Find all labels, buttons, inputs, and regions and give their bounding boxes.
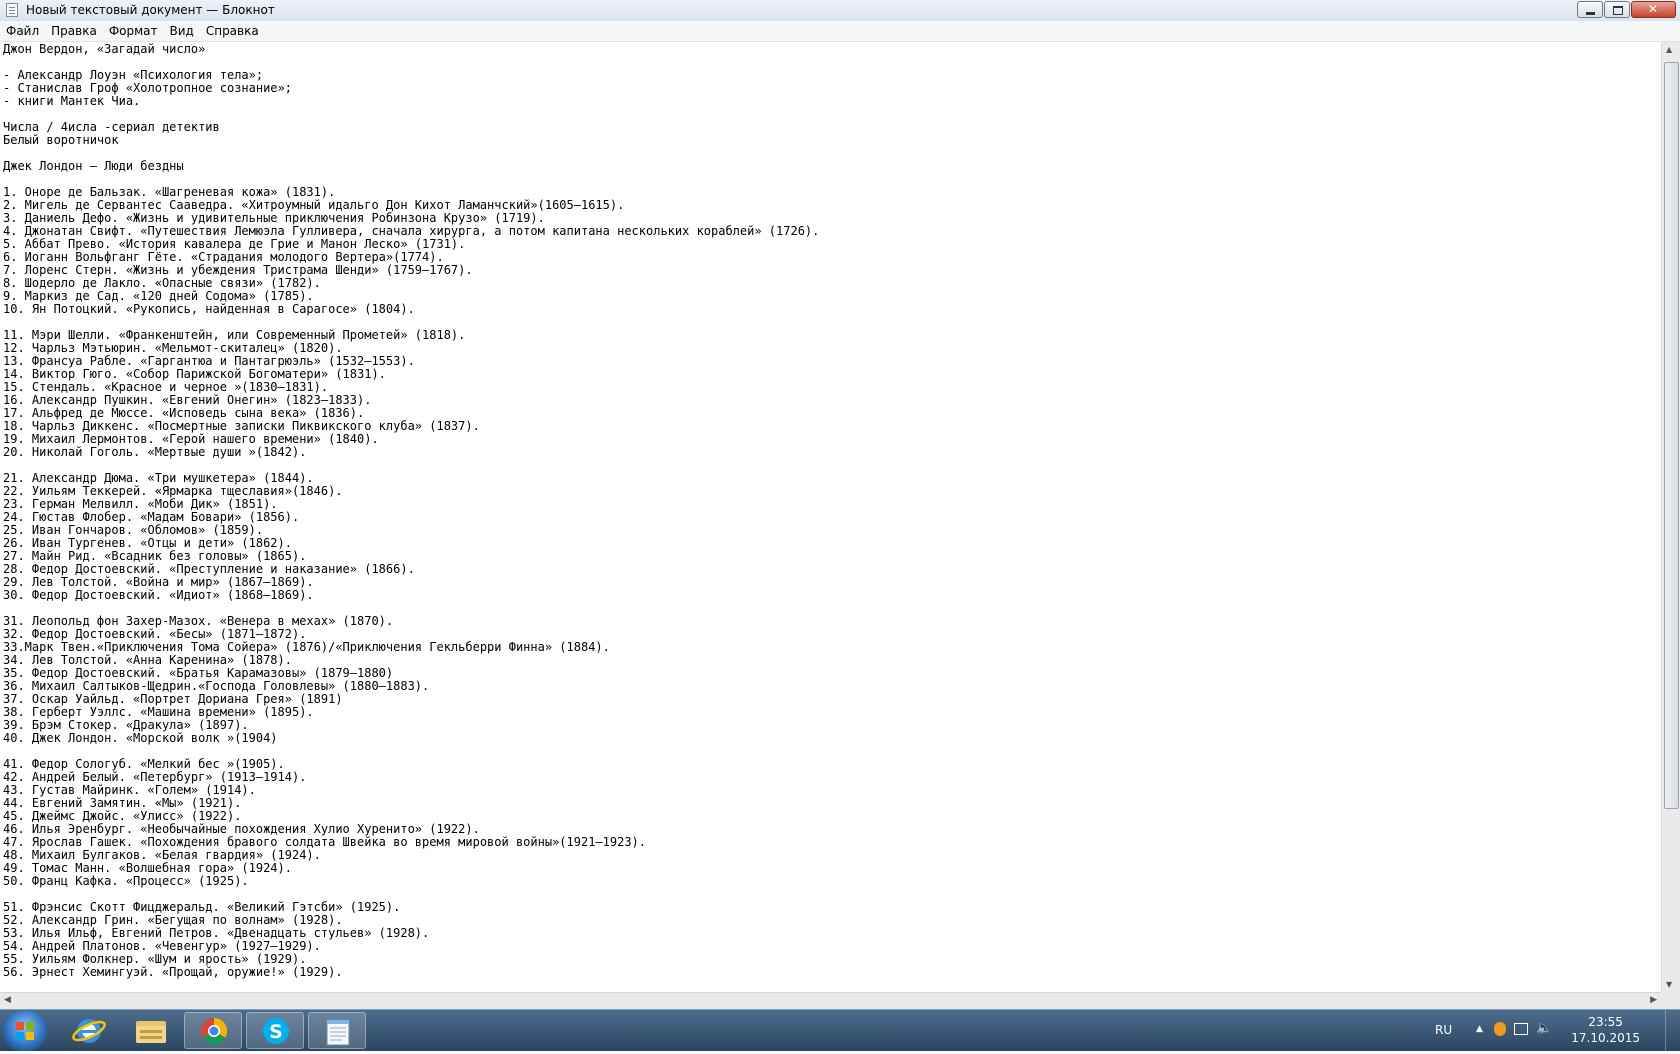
internet-explorer-icon[interactable] xyxy=(60,1012,118,1049)
maximize-button[interactable] xyxy=(1604,1,1630,18)
system-tray: RU ▲ 🔈 23:55 17.10.2015 xyxy=(1420,1010,1680,1051)
title-bar[interactable]: Новый текстовый документ — Блокнот xyxy=(0,0,1680,22)
scroll-right-icon[interactable]: ▶ xyxy=(1650,995,1657,1005)
taskbar: S RU ▲ 🔈 23:55 17.10.2015 xyxy=(0,1009,1680,1051)
show-desktop-button[interactable] xyxy=(1665,1010,1680,1051)
menu-bar: Файл Правка Формат Вид Справка xyxy=(0,21,1680,42)
menu-edit[interactable]: Правка xyxy=(45,21,103,41)
chrome-icon[interactable] xyxy=(184,1012,242,1049)
language-indicator[interactable]: RU xyxy=(1435,1023,1452,1037)
clock[interactable]: 23:55 17.10.2015 xyxy=(1571,1014,1640,1046)
scroll-up-icon[interactable]: ▲ xyxy=(1666,45,1672,54)
document-text[interactable]: Джон Вердон, «Загадай число» - Александр… xyxy=(0,42,1661,979)
menu-view[interactable]: Вид xyxy=(164,21,200,41)
menu-file[interactable]: Файл xyxy=(0,21,45,41)
show-hidden-icons-icon[interactable]: ▲ xyxy=(1476,1024,1483,1034)
window-title: Новый текстовый документ — Блокнот xyxy=(26,3,275,17)
menu-format[interactable]: Формат xyxy=(103,21,164,41)
start-button[interactable] xyxy=(3,1011,47,1051)
skype-icon[interactable]: S xyxy=(246,1012,304,1049)
horizontal-scrollbar[interactable]: ◀ ▶ xyxy=(0,992,1661,1009)
notepad-app-icon[interactable] xyxy=(6,3,18,17)
volume-icon[interactable]: 🔈 xyxy=(1536,1021,1552,1036)
app-tray-icon[interactable] xyxy=(1494,1022,1506,1036)
window-controls xyxy=(1576,1,1676,18)
clock-date: 17.10.2015 xyxy=(1571,1031,1640,1045)
menu-help[interactable]: Справка xyxy=(200,21,265,41)
file-explorer-icon[interactable] xyxy=(122,1012,180,1049)
minimize-button[interactable] xyxy=(1577,1,1603,18)
svg-text:S: S xyxy=(269,1021,283,1043)
scroll-left-icon[interactable]: ◀ xyxy=(4,995,11,1005)
clock-time: 23:55 xyxy=(1588,1015,1623,1029)
scrollbar-corner xyxy=(1661,992,1680,1009)
network-icon[interactable] xyxy=(1514,1023,1528,1035)
windows-logo-icon xyxy=(16,1022,34,1040)
close-button[interactable] xyxy=(1631,1,1676,18)
vertical-scroll-thumb[interactable] xyxy=(1664,62,1679,809)
scroll-down-icon[interactable]: ▼ xyxy=(1666,980,1672,989)
vertical-scrollbar[interactable]: ▲ ▼ xyxy=(1661,42,1680,992)
text-editor-area[interactable]: Джон Вердон, «Загадай число» - Александр… xyxy=(0,42,1661,992)
notepad-icon[interactable] xyxy=(308,1012,366,1049)
